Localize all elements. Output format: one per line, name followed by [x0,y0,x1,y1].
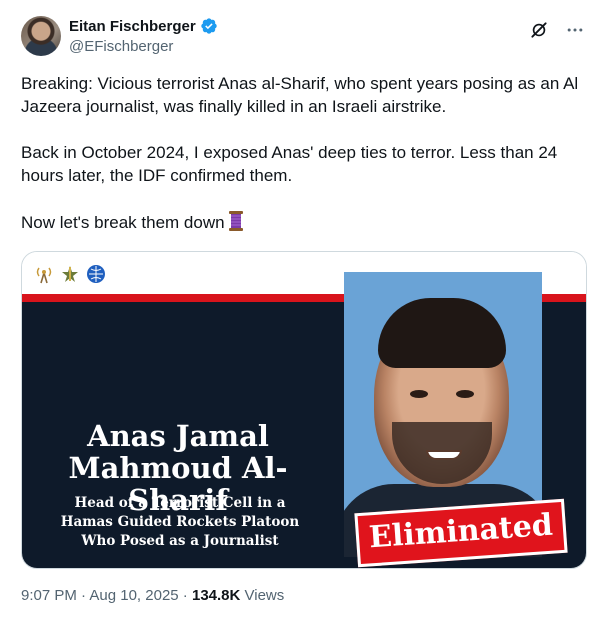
display-name-row: Eitan Fischberger [69,16,218,36]
author-names: Eitan Fischberger @EFischberger [69,16,218,55]
tweet-header: Eitan Fischberger @EFischberger [21,14,593,58]
tweet-text: Breaking: Vicious terrorist Anas al-Shar… [21,72,587,234]
media-subhead: Head of a Terrorist Cell in a Hamas Guid… [50,494,310,551]
tweet-paragraph-text: Now let's break them down [21,213,225,232]
subhead-line: Hamas Guided Rockets Platoon [60,514,300,530]
avatar[interactable] [21,16,61,56]
tweet-time[interactable]: 9:07 PM [21,587,77,604]
more-options-icon[interactable] [565,20,585,40]
subhead-line: Head of a Terrorist Cell in a [74,495,286,511]
subhead-line: Who Posed as a Journalist [81,533,279,549]
globe-icon [86,264,106,284]
meta-separator: · [178,587,192,604]
media-logos [34,264,106,284]
tweet-paragraph: Back in October 2024, I exposed Anas' de… [21,143,558,185]
display-name[interactable]: Eitan Fischberger [69,18,196,35]
portrait-eye [456,390,474,398]
top-actions [529,20,585,40]
tweet: Eitan Fischberger @EFischberger Breaking… [0,0,607,621]
handle[interactable]: @EFischberger [69,38,218,55]
radio-icon [34,264,54,284]
tweet-paragraph-last: Now let's break them down [21,210,587,234]
media-image[interactable]: Anas Jamal Mahmoud Al-Sharif Head of a T… [21,251,587,569]
tweet-date[interactable]: Aug 10, 2025 [89,587,178,604]
headline-line: Anas Jamal [87,419,269,453]
tweet-paragraph: Breaking: Vicious terrorist Anas al-Shar… [21,74,579,116]
tweet-meta: 9:07 PM · Aug 10, 2025 · 134.8K Views [21,587,284,604]
meta-separator: · [76,587,90,604]
grok-icon[interactable] [529,20,549,40]
verified-badge-icon[interactable] [200,17,218,35]
idf-emblem-icon [60,264,80,284]
portrait-mouth [426,450,462,460]
thread-spool-icon [227,210,245,232]
portrait-hair [378,298,506,368]
views-label: Views [240,587,285,604]
views-count[interactable]: 134.8K [192,587,240,604]
portrait-eye [410,390,428,398]
